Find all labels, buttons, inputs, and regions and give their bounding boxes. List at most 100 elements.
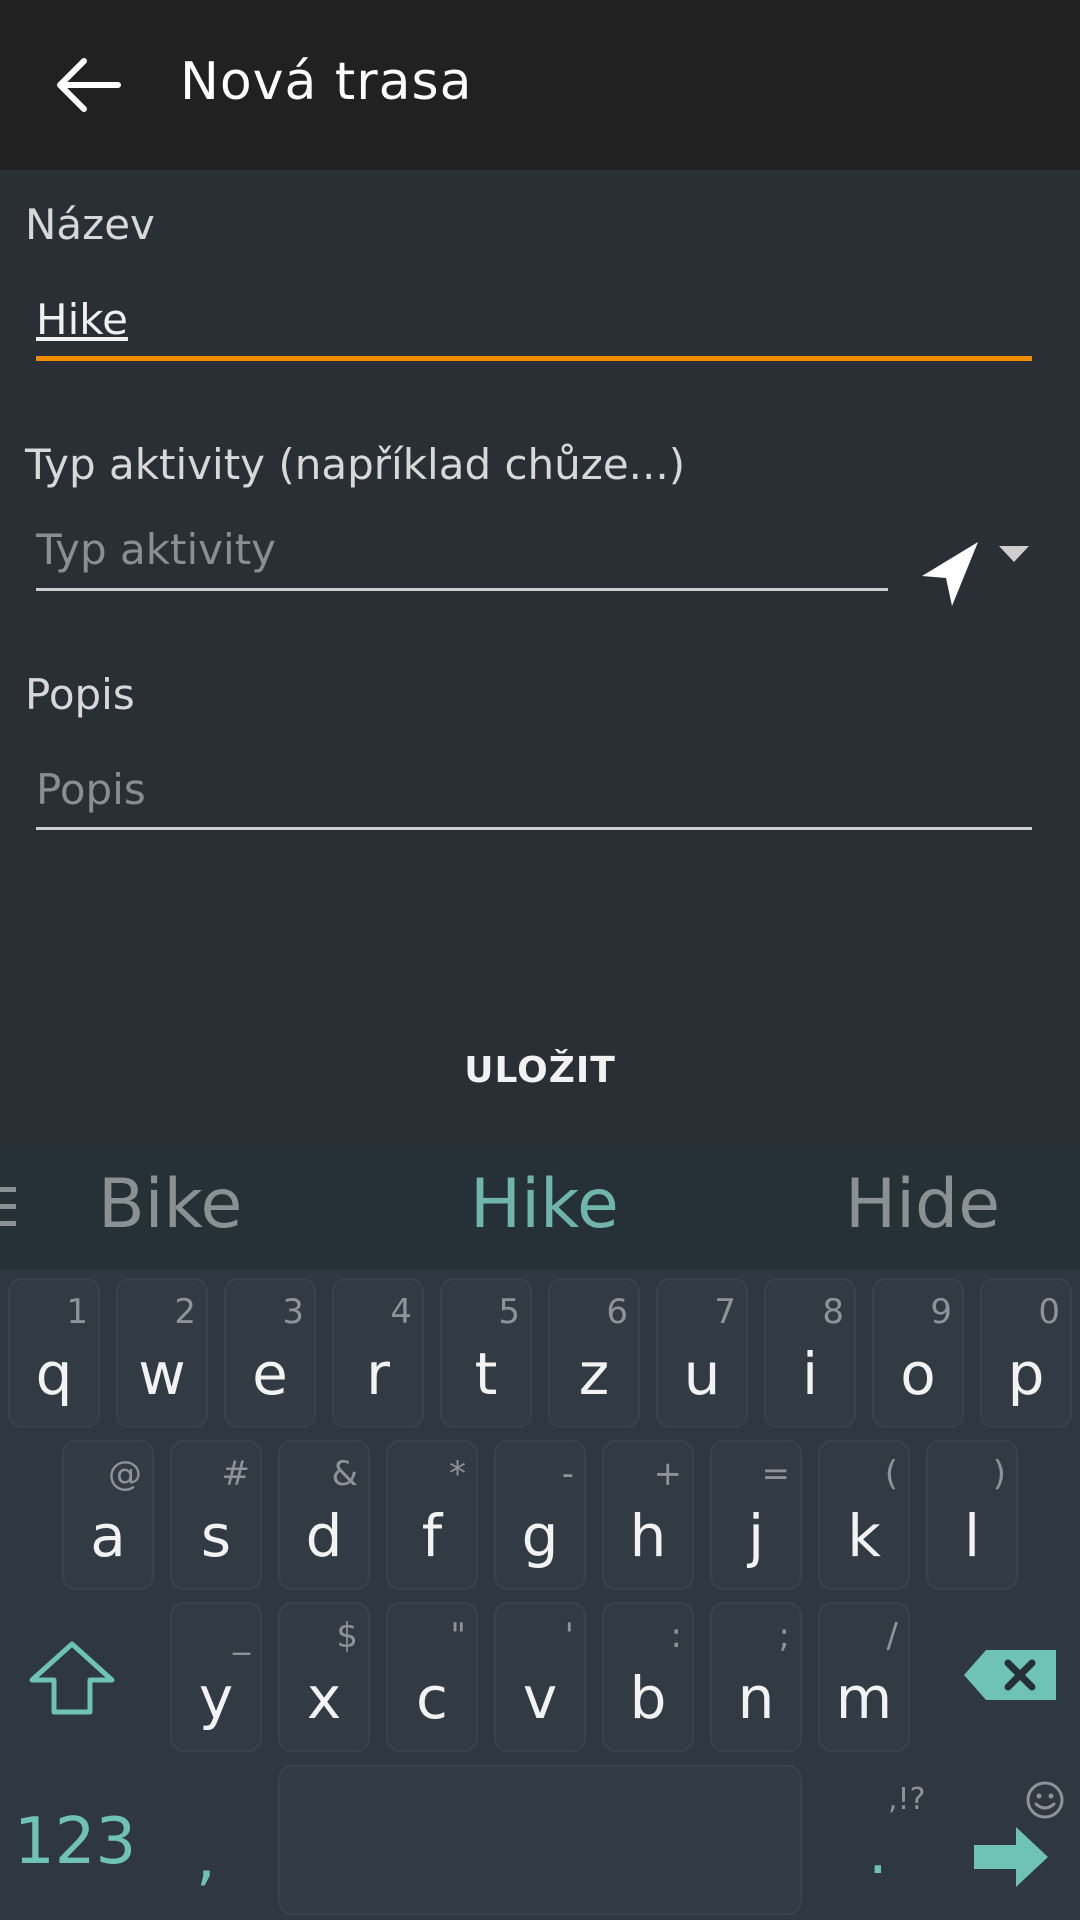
save-button[interactable]: ULOŽIT xyxy=(0,1050,1080,1091)
key-sub: _ xyxy=(233,1616,250,1656)
key-q[interactable]: 1q xyxy=(8,1278,100,1428)
key-x[interactable]: $ x xyxy=(278,1602,370,1752)
shift-icon[interactable] xyxy=(28,1640,116,1716)
activity-type-underline xyxy=(36,588,888,591)
key-label: g xyxy=(521,1502,559,1570)
route-form: Název Hike Typ aktivity (například chůze… xyxy=(0,170,1080,1145)
key-k[interactable]: (k xyxy=(818,1440,910,1590)
numbers-key[interactable]: 123 xyxy=(14,1805,136,1879)
key-label: c xyxy=(416,1664,448,1732)
key-sub: = xyxy=(761,1454,791,1494)
key-r[interactable]: 4r xyxy=(332,1278,424,1428)
name-label: Název xyxy=(25,200,155,249)
key-label: u xyxy=(683,1340,721,1408)
suggestion-center[interactable]: Hike xyxy=(470,1165,619,1244)
dropdown-arrow-icon[interactable] xyxy=(997,544,1031,564)
key-sub: ' xyxy=(564,1616,574,1656)
key-sub: " xyxy=(450,1616,466,1656)
key-label: k xyxy=(847,1502,881,1570)
key-sub: 0 xyxy=(1038,1292,1060,1332)
key-y[interactable]: _ y xyxy=(170,1602,262,1752)
key-label: x xyxy=(306,1664,342,1732)
emoji-icon[interactable] xyxy=(1025,1780,1065,1820)
key-d[interactable]: & d xyxy=(278,1440,370,1590)
key-sub: 1 xyxy=(66,1292,88,1332)
key-sub: 9 xyxy=(930,1292,952,1332)
key-label: i xyxy=(801,1340,819,1408)
key-n[interactable]: ; n xyxy=(710,1602,802,1752)
key-sub: & xyxy=(331,1454,358,1494)
key-label: o xyxy=(900,1340,936,1408)
enter-arrow-icon[interactable] xyxy=(972,1825,1050,1889)
backspace-icon[interactable] xyxy=(962,1648,1058,1702)
key-label: f xyxy=(421,1502,443,1570)
app-bar: Nová trasa xyxy=(0,0,1080,170)
activity-type-label: Typ aktivity (například chůze...) xyxy=(25,440,686,489)
key-m[interactable]: / m xyxy=(818,1602,910,1752)
key-sub: - xyxy=(561,1454,574,1494)
key-v[interactable]: ' v xyxy=(494,1602,586,1752)
key-label: d xyxy=(305,1502,343,1570)
key-sub: 5 xyxy=(498,1292,520,1332)
key-h[interactable]: + h xyxy=(602,1440,694,1590)
key-j[interactable]: = j xyxy=(710,1440,802,1590)
page-title: Nová trasa xyxy=(180,52,473,112)
key-sub: ) xyxy=(992,1454,1006,1494)
key-z[interactable]: 6z xyxy=(548,1278,640,1428)
key-sub: ; xyxy=(778,1616,790,1656)
key-u[interactable]: 7u xyxy=(656,1278,748,1428)
name-field-underline xyxy=(36,356,1032,361)
key-e[interactable]: 3e xyxy=(224,1278,316,1428)
key-label: h xyxy=(629,1502,667,1570)
key-t[interactable]: 5t xyxy=(440,1278,532,1428)
comma-key[interactable]: , xyxy=(196,1820,216,1893)
key-sub: : xyxy=(670,1616,682,1656)
space-key[interactable] xyxy=(278,1765,802,1915)
period-key[interactable]: . xyxy=(868,1815,888,1888)
menu-icon[interactable] xyxy=(0,1185,18,1229)
description-field[interactable]: Popis xyxy=(36,765,146,814)
key-sub: * xyxy=(449,1454,466,1494)
key-g[interactable]: -g xyxy=(494,1440,586,1590)
key-label: e xyxy=(252,1340,288,1408)
key-l[interactable]: ) l xyxy=(926,1440,1018,1590)
name-field[interactable]: Hike xyxy=(36,295,128,344)
key-label: p xyxy=(1007,1340,1045,1408)
navigation-arrow-icon[interactable] xyxy=(920,540,980,608)
key-f[interactable]: * f xyxy=(386,1440,478,1590)
key-label: l xyxy=(963,1502,981,1570)
key-sub: # xyxy=(221,1454,251,1494)
key-sub: ( xyxy=(884,1454,898,1494)
key-sub: + xyxy=(653,1454,683,1494)
key-label: y xyxy=(198,1664,234,1732)
key-label: t xyxy=(474,1340,498,1408)
key-p[interactable]: 0p xyxy=(980,1278,1072,1428)
back-arrow-icon[interactable] xyxy=(48,45,128,125)
key-sub: 8 xyxy=(822,1292,844,1332)
key-c[interactable]: " c xyxy=(386,1602,478,1752)
key-i[interactable]: 8i xyxy=(764,1278,856,1428)
activity-type-field[interactable]: Typ aktivity xyxy=(36,525,276,574)
key-a[interactable]: @ a xyxy=(62,1440,154,1590)
suggestion-bar: Bike Hike Hide xyxy=(0,1145,1080,1270)
key-label: v xyxy=(522,1664,558,1732)
key-label: q xyxy=(35,1340,73,1408)
description-underline xyxy=(36,827,1032,830)
suggestion-right[interactable]: Hide xyxy=(845,1165,1000,1244)
keyboard: 1q 2w 3e 4r 5t 6z 7u 8i 9o 0p @ a # s & d *… xyxy=(0,1270,1080,1920)
key-b[interactable]: :b xyxy=(602,1602,694,1752)
key-sub: 2 xyxy=(174,1292,196,1332)
key-sub: 7 xyxy=(714,1292,736,1332)
suggestion-left[interactable]: Bike xyxy=(98,1165,242,1244)
key-s[interactable]: # s xyxy=(170,1440,262,1590)
key-label: a xyxy=(90,1502,126,1570)
key-w[interactable]: 2w xyxy=(116,1278,208,1428)
key-o[interactable]: 9o xyxy=(872,1278,964,1428)
key-label: r xyxy=(366,1340,390,1408)
key-label: b xyxy=(629,1664,667,1732)
punctuation-hint: ,!? xyxy=(888,1782,926,1817)
key-label: n xyxy=(737,1664,775,1732)
key-label: w xyxy=(138,1340,186,1408)
key-label: z xyxy=(578,1340,610,1408)
key-sub: 4 xyxy=(390,1292,412,1332)
